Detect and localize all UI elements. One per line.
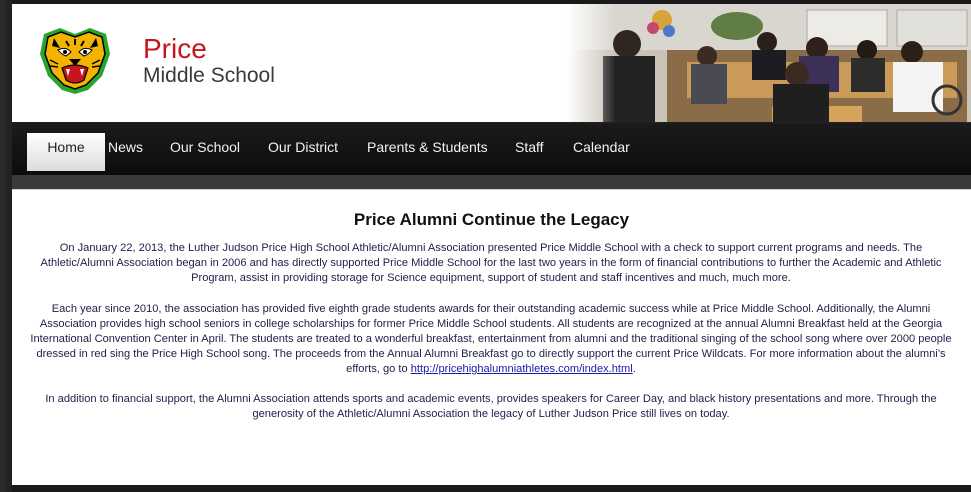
nav-news[interactable]: News [108,133,143,171]
classroom-photo [567,4,971,122]
article-paragraph-1: On January 22, 2013, the Luther Judson P… [40,242,942,284]
main-navigation: Home News Our School Our District Parent… [12,123,971,175]
page-bottom-bar [12,485,971,492]
site-header: Price Middle School [12,0,971,122]
school-name-secondary: Middle School [143,64,275,87]
wildcat-mascot-icon[interactable] [36,24,114,96]
page-frame: Price Middle School Home News Our School… [0,0,971,492]
nav-our-district[interactable]: Our District [268,133,338,171]
nav-staff[interactable]: Staff [515,133,544,171]
nav-home[interactable]: Home [27,133,105,171]
nav-our-school[interactable]: Our School [170,133,240,171]
article-paragraph-2-end: . [632,363,636,375]
nav-subbar [12,175,971,189]
school-name-primary: Price [143,33,207,64]
article-paragraph-3: In addition to financial support, the Al… [45,393,937,420]
article-content: Price Alumni Continue the Legacy On Janu… [12,189,971,486]
article-paragraph-2: Each year since 2010, the association ha… [26,302,956,377]
nav-calendar[interactable]: Calendar [573,133,630,171]
article-title: Price Alumni Continue the Legacy [353,210,630,229]
alumni-website-link[interactable]: http://pricehighalumniathletes.com/index… [411,363,633,375]
school-name: Price Middle School [143,34,275,88]
nav-parents-students[interactable]: Parents & Students [367,133,488,171]
